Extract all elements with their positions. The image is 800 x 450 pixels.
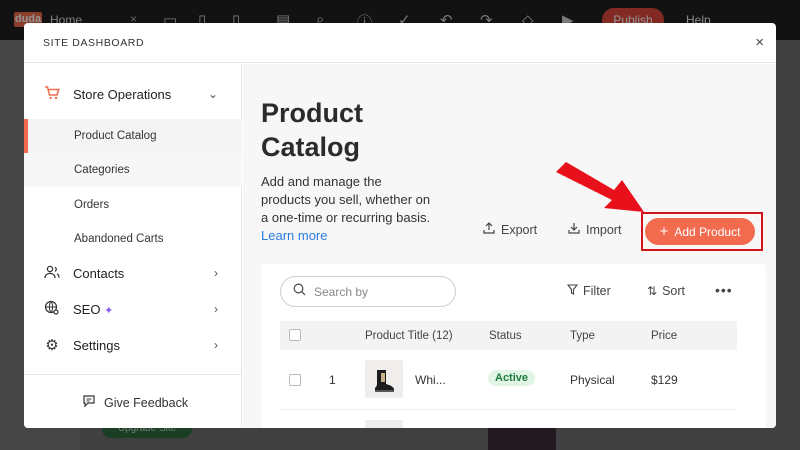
filter-label: Filter	[583, 284, 611, 298]
chevron-right-icon: ›	[214, 338, 218, 352]
import-button[interactable]: Import	[568, 222, 621, 237]
more-options-icon[interactable]: •••	[715, 282, 733, 298]
table-row[interactable]: 1 Whi... Active Physical $129	[280, 350, 737, 410]
close-icon[interactable]: ×	[755, 34, 764, 51]
plus-icon: +	[659, 222, 669, 240]
export-label: Export	[501, 222, 538, 237]
chevron-right-icon: ›	[214, 266, 218, 280]
search-box[interactable]	[280, 276, 456, 307]
sidebar-item-contacts[interactable]: Contacts ›	[24, 255, 242, 291]
chat-bubble-icon	[82, 394, 96, 411]
sidebar-item-settings[interactable]: ⚙ Settings ›	[24, 327, 242, 363]
sort-button[interactable]: ⇅ Sort	[647, 284, 685, 298]
sidebar-item-orders[interactable]: Orders	[24, 188, 242, 222]
row-index: 1	[329, 373, 336, 387]
product-table-card: Filter ⇅ Sort ••• Product Title (12) Sta…	[261, 264, 766, 428]
modal-title: SITE DASHBOARD	[43, 37, 145, 49]
sidebar-item-label: Orders	[74, 199, 110, 211]
contacts-icon	[44, 265, 60, 282]
download-icon	[568, 222, 580, 237]
sidebar-item-label: Contacts	[73, 265, 125, 281]
gear-icon: ⚙	[45, 337, 59, 354]
sort-label: Sort	[662, 284, 685, 298]
sidebar-item-abandoned-carts[interactable]: Abandoned Carts	[24, 222, 242, 256]
site-dashboard-modal: SITE DASHBOARD × Store Operations ⌄ Prod…	[24, 23, 776, 428]
search-icon	[293, 283, 306, 301]
give-feedback-button[interactable]: Give Feedback	[82, 394, 188, 411]
sidebar-divider	[24, 374, 242, 375]
filter-icon	[566, 284, 579, 298]
main-content: Product Catalog Add and manage the produ…	[243, 64, 776, 428]
add-product-label: Add Product	[674, 224, 741, 239]
product-thumbnail	[365, 420, 403, 428]
sidebar-item-label: Settings	[73, 337, 120, 353]
modal-header: SITE DASHBOARD ×	[24, 23, 776, 63]
annotation-arrow-icon	[556, 162, 644, 212]
product-type: Physical	[570, 373, 615, 387]
sparkle-icon: ✦	[104, 304, 114, 317]
page-description: Add and manage the products you sell, wh…	[261, 173, 433, 245]
sidebar-item-label: Abandoned Carts	[74, 233, 164, 245]
product-title: Whi...	[415, 373, 446, 387]
page-title: Product Catalog	[261, 98, 364, 162]
chevron-right-icon: ›	[214, 302, 218, 316]
column-header-type[interactable]: Type	[570, 330, 595, 342]
status-badge: Active	[488, 370, 536, 386]
description-text: Add and manage the products you sell, wh…	[261, 174, 431, 225]
sidebar-item-label: Store Operations	[73, 86, 172, 102]
sidebar-item-store-operations[interactable]: Store Operations ⌄	[24, 76, 242, 112]
search-input[interactable]	[314, 284, 444, 299]
upload-icon	[483, 222, 495, 237]
column-header-status[interactable]: Status	[489, 330, 522, 342]
product-thumbnail	[365, 360, 403, 398]
import-label: Import	[586, 222, 622, 237]
sort-icon: ⇅	[647, 284, 658, 298]
sidebar-item-label: SEO ✦	[73, 302, 113, 317]
filter-button[interactable]: Filter	[566, 284, 611, 298]
chevron-down-icon: ⌄	[207, 87, 218, 101]
learn-more-link[interactable]: Learn more	[261, 228, 327, 243]
table-header: Product Title (12) Status Type Price	[280, 321, 737, 350]
feedback-label: Give Feedback	[104, 395, 189, 410]
sidebar-item-product-catalog[interactable]: Product Catalog	[24, 119, 242, 153]
column-header-price[interactable]: Price	[651, 330, 677, 342]
column-header-title[interactable]: Product Title (12)	[365, 330, 453, 342]
sidebar-item-categories[interactable]: Categories	[24, 153, 242, 187]
add-product-button[interactable]: + Add Product	[645, 218, 755, 245]
seo-label: SEO	[73, 301, 101, 317]
dashboard-sidebar: Store Operations ⌄ Product Catalog Categ…	[24, 64, 242, 428]
row-checkbox[interactable]	[289, 374, 301, 386]
cart-icon	[44, 85, 60, 103]
sidebar-item-seo[interactable]: SEO ✦ ›	[24, 291, 242, 327]
sidebar-item-label: Categories	[74, 164, 130, 176]
product-price: $129	[651, 373, 678, 387]
export-button[interactable]: Export	[483, 222, 537, 237]
globe-search-icon	[44, 300, 60, 319]
sidebar-item-label: Product Catalog	[74, 130, 157, 142]
select-all-checkbox[interactable]	[289, 329, 301, 341]
